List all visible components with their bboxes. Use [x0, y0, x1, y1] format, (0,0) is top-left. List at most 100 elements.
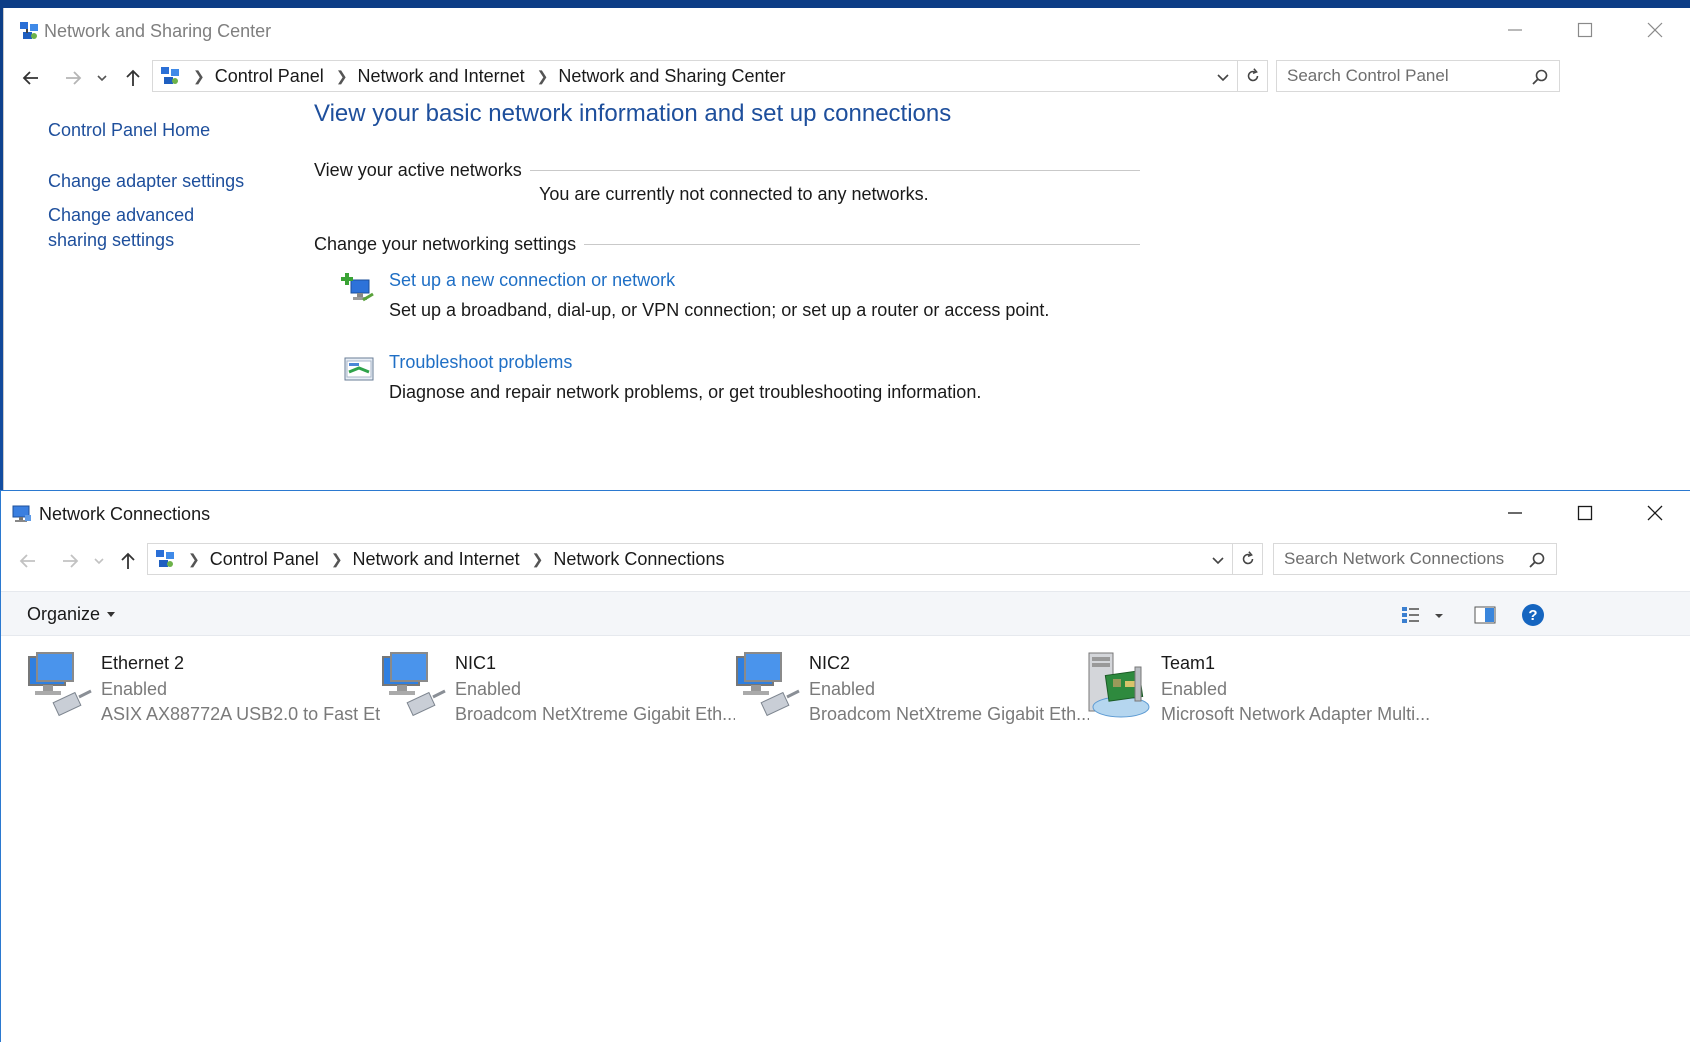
setup-connection-link[interactable]: Set up a new connection or network	[389, 270, 675, 291]
up-button[interactable]	[118, 64, 148, 92]
up-arrow-icon	[121, 552, 135, 569]
setup-connection-description: Set up a broadband, dial-up, or VPN conn…	[389, 300, 1050, 320]
network-connections-window: Network Connections ❯ Control Panel ❯ Ne…	[0, 490, 1690, 1042]
maximize-button[interactable]	[1550, 491, 1620, 535]
search-input[interactable]	[1284, 549, 1534, 569]
back-button[interactable]	[16, 64, 46, 92]
ethernet-adapter-icon	[736, 652, 800, 717]
back-arrow-icon	[19, 554, 35, 568]
breadcrumb-control-panel[interactable]: Control Panel	[210, 549, 319, 570]
breadcrumb-separator[interactable]: ❯	[193, 68, 205, 85]
connection-name: Team1	[1161, 653, 1216, 673]
connection-item-nic2[interactable]: NIC2 Enabled Broadcom NetXtreme Gigabit …	[733, 651, 1089, 731]
address-bar[interactable]: ❯ Control Panel ❯ Network and Internet ❯…	[147, 543, 1263, 575]
refresh-icon	[1242, 551, 1253, 565]
breadcrumb-separator[interactable]: ❯	[532, 551, 544, 568]
active-networks-header: View your active networks	[314, 160, 1140, 181]
breadcrumb-control-panel[interactable]: Control Panel	[215, 66, 324, 87]
preview-pane-icon[interactable]	[1473, 603, 1497, 627]
minimize-button[interactable]	[1480, 491, 1550, 535]
troubleshoot-icon	[344, 357, 374, 381]
network-connections-icon	[12, 505, 31, 522]
address-dropdown-icon[interactable]	[1208, 550, 1228, 570]
tasks-sidebar: Control Panel Home Change adapter settin…	[48, 118, 288, 253]
help-icon[interactable]: ?	[1521, 603, 1545, 627]
window-title: Network Connections	[39, 504, 211, 524]
breadcrumb-separator[interactable]: ❯	[336, 68, 348, 85]
ethernet-adapter-icon	[28, 652, 92, 717]
change-view-icon[interactable]	[1399, 603, 1423, 627]
minimize-icon	[1508, 512, 1522, 514]
connection-state: Enabled	[809, 679, 876, 699]
connection-device: Broadcom NetXtreme Gigabit Eth...	[809, 704, 1089, 724]
forward-arrow-icon	[66, 71, 82, 85]
navigation-bar: ❯ Control Panel ❯ Network and Internet ❯…	[1, 539, 1690, 583]
connection-name: Ethernet 2	[101, 653, 185, 673]
minimize-button[interactable]	[1480, 8, 1550, 52]
nic-team-icon	[1088, 652, 1150, 718]
recent-locations-button[interactable]	[89, 547, 109, 575]
breadcrumb-network-internet[interactable]: Network and Internet	[358, 66, 525, 87]
forward-button[interactable]	[58, 64, 88, 92]
up-arrow-icon	[126, 69, 140, 86]
search-input[interactable]	[1287, 66, 1537, 86]
connection-state: Enabled	[101, 679, 168, 699]
recent-locations-button[interactable]	[92, 64, 112, 92]
up-button[interactable]	[113, 547, 143, 575]
chevron-down-icon	[94, 558, 104, 565]
troubleshoot-link[interactable]: Troubleshoot problems	[389, 352, 572, 373]
breadcrumb-separator[interactable]: ❯	[188, 551, 200, 568]
control-panel-icon	[161, 67, 179, 84]
breadcrumb-network-internet[interactable]: Network and Internet	[353, 549, 520, 570]
svg-text:?: ?	[1528, 607, 1537, 624]
command-bar: Organize ?	[1, 591, 1690, 636]
breadcrumb-current[interactable]: Network Connections	[553, 549, 724, 570]
connection-name: NIC1	[455, 653, 497, 673]
view-options-dropdown-icon[interactable]	[1431, 603, 1447, 627]
page-title: View your basic network information and …	[314, 100, 952, 127]
change-adapter-settings-link[interactable]: Change adapter settings	[48, 169, 288, 194]
back-button[interactable]	[13, 547, 43, 575]
connection-state: Enabled	[455, 679, 522, 699]
connections-list: Ethernet 2 Enabled ASIX AX88772A USB2.0 …	[1, 639, 1690, 1042]
connection-name: NIC2	[809, 653, 851, 673]
breadcrumb-separator[interactable]: ❯	[537, 68, 549, 85]
refresh-button[interactable]	[1232, 544, 1262, 574]
control-panel-home-link[interactable]: Control Panel Home	[48, 118, 288, 143]
organize-button[interactable]: Organize	[27, 604, 116, 625]
search-icon[interactable]	[1528, 551, 1546, 569]
breadcrumb-current[interactable]: Network and Sharing Center	[558, 66, 785, 87]
caret-down-icon	[107, 612, 116, 617]
search-box[interactable]	[1276, 60, 1560, 92]
connection-item-nic1[interactable]: NIC1 Enabled Broadcom NetXtreme Gigabit …	[379, 651, 735, 731]
troubleshoot-description: Diagnose and repair network problems, or…	[389, 382, 982, 402]
close-icon	[1647, 22, 1663, 38]
window-title: Network and Sharing Center	[44, 21, 272, 41]
title-bar[interactable]: Network and Sharing Center	[4, 8, 1690, 56]
breadcrumb-separator[interactable]: ❯	[331, 551, 343, 568]
search-icon[interactable]	[1531, 68, 1549, 86]
forward-button[interactable]	[55, 547, 85, 575]
close-button[interactable]	[1620, 491, 1690, 535]
section-divider	[584, 244, 1141, 245]
maximize-icon	[1577, 505, 1593, 521]
address-bar[interactable]: ❯ Control Panel ❯ Network and Internet ❯…	[152, 60, 1268, 92]
connection-item-team1[interactable]: Team1 Enabled Microsoft Network Adapter …	[1085, 651, 1435, 731]
organize-label: Organize	[27, 604, 101, 624]
refresh-button[interactable]	[1237, 61, 1267, 91]
close-button[interactable]	[1620, 8, 1690, 52]
address-dropdown-icon[interactable]	[1213, 67, 1233, 87]
ethernet-adapter-icon	[382, 652, 446, 717]
change-advanced-sharing-link[interactable]: Change advanced sharing settings	[48, 203, 248, 253]
title-bar[interactable]: Network Connections	[1, 491, 1690, 539]
connection-status-text: You are currently not connected to any n…	[539, 184, 929, 204]
maximize-button[interactable]	[1550, 8, 1620, 52]
chevron-down-icon	[97, 75, 107, 82]
connection-item-ethernet2[interactable]: Ethernet 2 Enabled ASIX AX88772A USB2.0 …	[25, 651, 381, 731]
section-divider	[529, 170, 1140, 171]
search-box[interactable]	[1273, 543, 1557, 575]
minimize-icon	[1508, 29, 1522, 31]
connection-state: Enabled	[1161, 679, 1228, 699]
networking-settings-header: Change your networking settings	[314, 234, 1141, 255]
task-troubleshoot: Troubleshoot problems Diagnose and repai…	[341, 352, 1141, 412]
